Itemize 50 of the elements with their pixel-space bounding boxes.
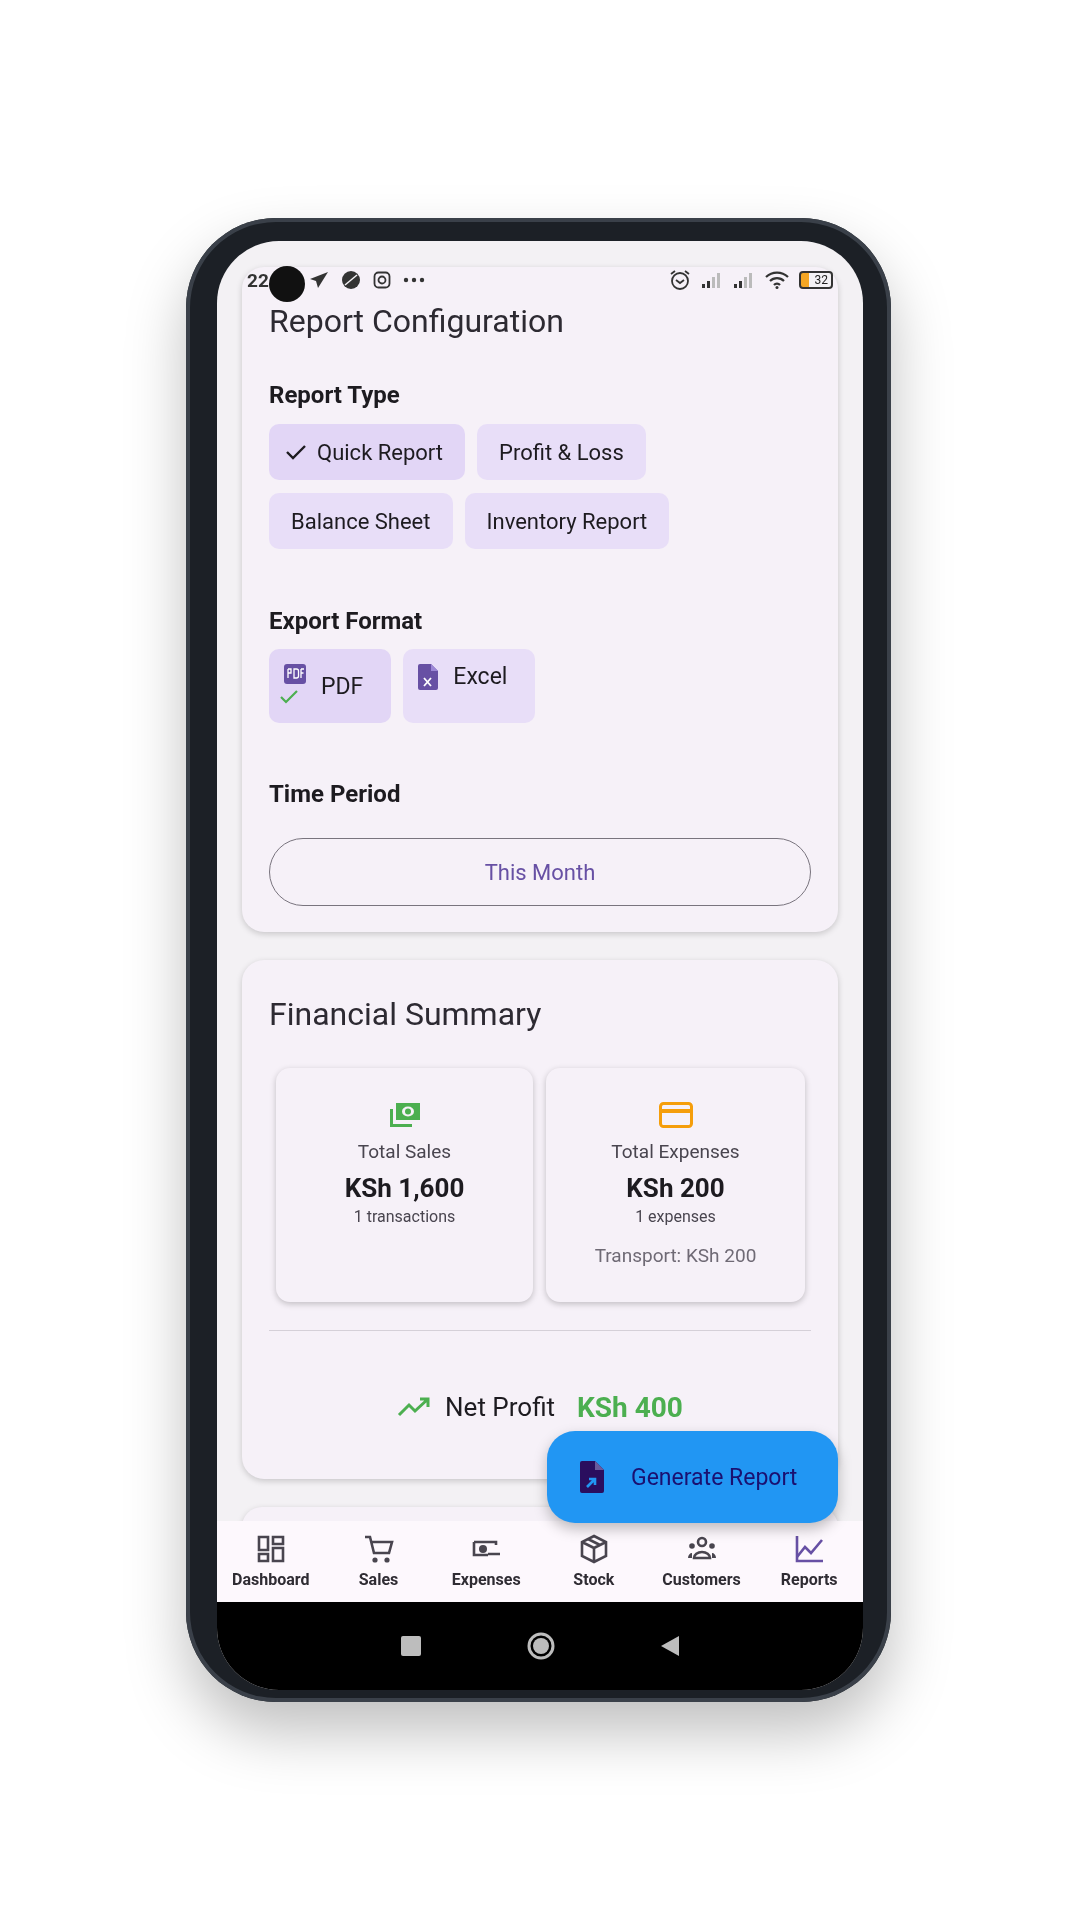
nav-tab[interactable]: Expenses bbox=[432, 1521, 540, 1602]
report-type-chip[interactable]: Profit & Loss bbox=[477, 424, 646, 480]
section-heading: Report Type bbox=[269, 380, 400, 410]
stat-label: Total Expenses bbox=[611, 1140, 740, 1164]
more-icon bbox=[402, 277, 425, 283]
alarm-icon bbox=[669, 269, 691, 291]
check-icon bbox=[285, 443, 307, 461]
nav-tab[interactable]: Reports bbox=[755, 1521, 863, 1602]
circle-icon bbox=[340, 270, 361, 290]
line-chart-icon bbox=[793, 1534, 826, 1564]
battery-indicator: 32 bbox=[799, 271, 833, 289]
send-icon bbox=[308, 271, 329, 289]
section-heading: Time Period bbox=[269, 779, 401, 809]
net-profit-amount: KSh 400 bbox=[577, 1390, 683, 1424]
stat-count: 1 transactions bbox=[353, 1206, 456, 1228]
stat-label: Total Sales bbox=[357, 1140, 452, 1164]
export-format-chip[interactable]: PDF bbox=[269, 649, 392, 723]
status-time: 22 bbox=[247, 268, 269, 292]
signal-icon bbox=[733, 272, 755, 288]
breakdown-line: Transport: KSh 200 bbox=[594, 1244, 757, 1268]
trending-up-icon bbox=[397, 1396, 432, 1418]
pdf-file-icon bbox=[283, 663, 307, 685]
section-title: Financial Summary bbox=[269, 994, 543, 1034]
recent-apps-icon[interactable] bbox=[400, 1635, 422, 1657]
section-title: Report Configuration bbox=[269, 301, 564, 341]
report-type-chip[interactable]: Balance Sheet bbox=[269, 493, 453, 549]
nav-tab[interactable]: Stock bbox=[540, 1521, 648, 1602]
nav-tab[interactable]: Sales bbox=[324, 1521, 433, 1602]
net-profit-label: Net Profit bbox=[445, 1392, 556, 1422]
stat-amount: KSh 200 bbox=[626, 1172, 725, 1204]
report-type-chip[interactable]: Inventory Report bbox=[464, 493, 670, 549]
stat-amount: KSh 1,600 bbox=[344, 1172, 465, 1204]
camera-icon bbox=[372, 271, 391, 289]
excel-file-icon bbox=[417, 663, 440, 691]
nav-tab[interactable]: Customers bbox=[647, 1521, 756, 1602]
file-icon bbox=[579, 1460, 605, 1494]
home-icon[interactable] bbox=[526, 1631, 556, 1661]
nav-tab[interactable]: Dashboard bbox=[217, 1521, 325, 1602]
wifi-icon bbox=[765, 271, 789, 289]
export-format-chip[interactable]: Excel bbox=[403, 649, 536, 723]
stat-count: 1 expenses bbox=[635, 1206, 716, 1228]
cart-icon bbox=[362, 1534, 395, 1564]
back-icon[interactable] bbox=[660, 1635, 680, 1657]
credit-card-icon bbox=[658, 1102, 693, 1128]
section-heading: Export Format bbox=[269, 606, 423, 636]
report-type-chip[interactable]: Quick Report bbox=[269, 424, 466, 480]
signal-icon bbox=[701, 272, 723, 288]
generate-report-button[interactable]: Generate Report bbox=[547, 1431, 838, 1523]
check-icon bbox=[279, 689, 299, 705]
money-icon bbox=[388, 1102, 421, 1128]
